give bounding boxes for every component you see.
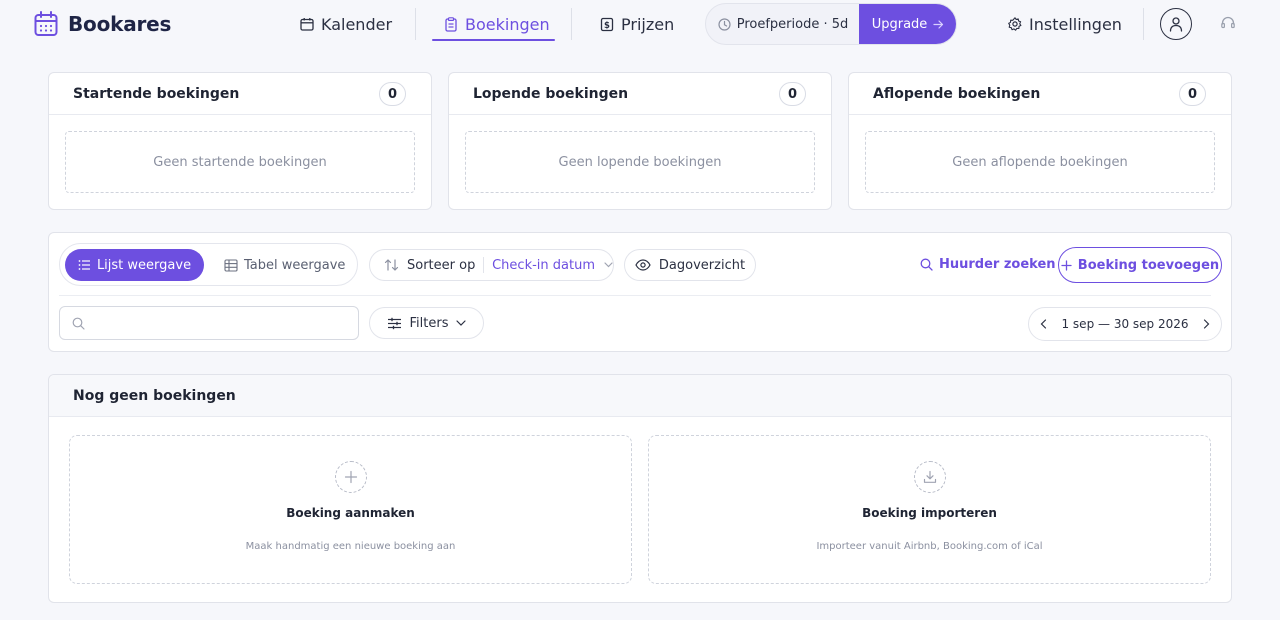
date-range-label: 1 sep — 30 sep 2026 (1061, 317, 1189, 331)
search-icon (920, 258, 933, 271)
list-icon (78, 259, 91, 271)
add-booking-label: Boeking toevoegen (1077, 257, 1220, 273)
count-badge: 0 (779, 82, 806, 106)
headset-icon (1220, 15, 1236, 31)
card-header: Lopende boekingen 0 (449, 73, 831, 115)
card-title: Aflopende boekingen (873, 86, 1041, 102)
date-range-picker: 1 sep — 30 sep 2026 (1028, 307, 1222, 341)
card-header: Startende boekingen 0 (49, 73, 431, 115)
empty-state: Geen startende boekingen (65, 131, 415, 193)
settings-link[interactable]: Instellingen (1008, 8, 1122, 40)
sort-dropdown[interactable]: Sorteer op Check-in datum (369, 249, 614, 281)
count-badge: 0 (1179, 82, 1206, 106)
summary-card-starting: Startende boekingen 0 Geen startende boe… (48, 72, 432, 210)
arrow-right-icon (933, 19, 944, 30)
view-toggle: Lijst weergave Tabel weergave (59, 243, 358, 286)
filters-button[interactable]: Filters (369, 307, 484, 339)
card-title: Startende boekingen (73, 86, 240, 102)
day-overview-label: Dagoverzicht (658, 257, 746, 273)
summary-card-ending: Aflopende boekingen 0 Geen aflopende boe… (848, 72, 1232, 210)
table-icon (224, 258, 238, 272)
table-view-label: Tabel weergave (244, 257, 346, 273)
settings-label: Instellingen (1029, 14, 1122, 34)
nav-item-boekingen[interactable]: Boekingen (444, 8, 550, 40)
nav-divider (571, 8, 572, 40)
list-view-label: Lijst weergave (96, 257, 192, 273)
sort-label: Sorteer op (407, 257, 476, 273)
count-badge: 0 (379, 82, 406, 106)
toolbar-divider (59, 295, 1211, 296)
summary-card-ongoing: Lopende boekingen 0 Geen lopende boeking… (448, 72, 832, 210)
plus-circle-icon (335, 461, 367, 493)
nav-item-prijzen[interactable]: $ Prijzen (600, 8, 674, 40)
chevron-down-icon (456, 320, 467, 326)
sort-divider (483, 257, 485, 273)
empty-state: Geen lopende boekingen (465, 131, 815, 193)
nav-item-kalender[interactable]: Kalender (300, 8, 392, 40)
trial-indicator: Proefperiode · 5d Upgrade (705, 3, 957, 45)
top-header: Bookares Kalender Boekingen $ Prijzen Pr… (0, 0, 1280, 48)
panel-header: Nog geen boekingen (49, 375, 1231, 417)
trial-label: Proefperiode · 5d (736, 16, 849, 32)
support-button[interactable] (1220, 15, 1236, 31)
user-avatar[interactable] (1160, 8, 1192, 40)
table-view-button[interactable]: Tabel weergave (210, 249, 359, 281)
sort-icon (384, 258, 399, 272)
price-tag-icon: $ (600, 17, 614, 32)
filters-label: Filters (409, 315, 449, 331)
day-overview-button[interactable]: Dagoverzicht (624, 249, 756, 281)
nav-label: Kalender (321, 14, 393, 34)
create-booking-description: Maak handmatig een nieuwe boeking aan (245, 541, 456, 552)
brand-name: Bookares (68, 12, 172, 36)
empty-state: Geen aflopende boekingen (865, 131, 1215, 193)
upgrade-label: Upgrade (871, 16, 928, 32)
brand[interactable]: Bookares (34, 11, 171, 37)
trial-status: Proefperiode · 5d (706, 4, 860, 44)
calendar-logo-icon (34, 11, 58, 37)
panel-title: Nog geen boekingen (73, 388, 236, 404)
download-icon (914, 461, 946, 493)
user-icon (1168, 16, 1184, 32)
card-title: Lopende boekingen (473, 86, 629, 102)
plus-icon (1061, 259, 1072, 271)
card-header: Aflopende boekingen 0 (849, 73, 1231, 115)
chevron-down-icon (604, 262, 613, 268)
nav-divider (415, 8, 416, 40)
import-booking-description: Importeer vanuit Airbnb, Booking.com of … (816, 541, 1043, 552)
nav-divider (1143, 8, 1144, 40)
add-booking-button[interactable]: Boeking toevoegen (1058, 247, 1222, 283)
nav-label: Boekingen (465, 14, 550, 34)
sort-value: Check-in datum (492, 257, 595, 273)
search-icon (72, 317, 85, 330)
import-booking-card[interactable]: Boeking importeren Importeer vanuit Airb… (648, 435, 1211, 584)
list-view-button[interactable]: Lijst weergave (65, 249, 204, 281)
create-booking-title: Boeking aanmaken (286, 506, 415, 520)
gear-icon (1008, 17, 1022, 31)
next-period-button[interactable] (1203, 319, 1210, 329)
previous-period-button[interactable] (1040, 319, 1047, 329)
active-nav-indicator (432, 39, 555, 41)
import-booking-title: Boeking importeren (862, 506, 997, 520)
no-bookings-panel: Nog geen boekingen Boeking aanmaken Maak… (48, 374, 1232, 603)
create-booking-card[interactable]: Boeking aanmaken Maak handmatig een nieu… (69, 435, 632, 584)
clock-icon (718, 17, 731, 31)
search-input[interactable] (94, 307, 350, 339)
calendar-icon (300, 17, 314, 31)
svg-text:$: $ (604, 21, 610, 31)
nav-label: Prijzen (621, 14, 675, 34)
bookings-toolbar: Lijst weergave Tabel weergave Sorteer op… (48, 232, 1232, 352)
upgrade-button[interactable]: Upgrade (859, 4, 956, 44)
eye-icon (635, 259, 651, 271)
tenant-search-label: Huurder zoeken (939, 257, 1056, 272)
sliders-icon (387, 317, 402, 330)
tenant-search-link[interactable]: Huurder zoeken (920, 257, 1056, 272)
clipboard-icon (444, 16, 458, 32)
booking-search-field[interactable] (59, 306, 359, 340)
